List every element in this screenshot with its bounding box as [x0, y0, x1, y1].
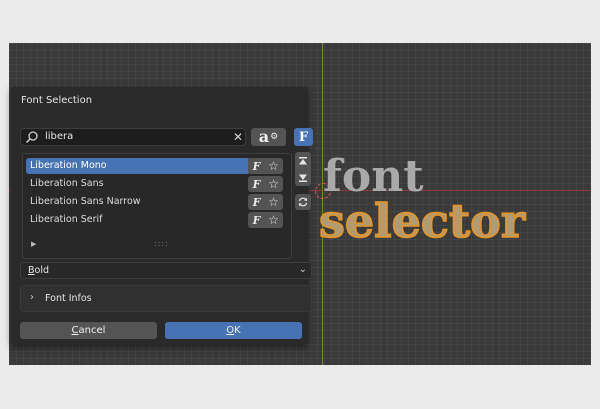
row-actions: F ☆	[248, 194, 283, 210]
font-name: Liberation Serif	[30, 214, 103, 225]
chevron-right-icon: ›	[30, 292, 34, 303]
font-file-icon[interactable]: F	[248, 214, 265, 227]
preview-settings-button[interactable]: a ⚙	[251, 128, 286, 146]
list-item[interactable]: Liberation Serif	[26, 212, 250, 228]
search-icon	[25, 131, 38, 144]
font-file-icon[interactable]: F	[248, 160, 265, 173]
viewport-text-selector[interactable]: selector	[318, 197, 526, 245]
font-preview-icon: a	[258, 127, 270, 146]
cancel-button[interactable]: Cancel	[20, 322, 157, 339]
font-weight-dropdown[interactable]: Bold ⌄	[20, 262, 312, 279]
list-item[interactable]: Liberation Mono	[26, 158, 250, 174]
font-name: Liberation Mono	[30, 160, 107, 171]
row-actions: F ☆	[248, 158, 283, 174]
move-bottom-button[interactable]	[295, 169, 311, 186]
ok-button[interactable]: OK	[165, 322, 302, 339]
refresh-icon	[298, 197, 308, 207]
font-selection-dialog: Font Selection libera ✕ a ⚙ F Liberation…	[11, 87, 313, 345]
chevron-down-icon: ⌄	[298, 264, 307, 275]
viewport-text-font[interactable]: font	[323, 155, 424, 199]
font-toggle-button[interactable]: F	[294, 128, 313, 146]
list-item[interactable]: Liberation Sans	[26, 176, 250, 192]
font-file-icon[interactable]: F	[248, 178, 265, 191]
list-item[interactable]: Liberation Sans Narrow	[26, 194, 250, 210]
gear-icon: ⚙	[270, 132, 279, 142]
font-file-icon[interactable]: F	[248, 196, 265, 209]
row-actions: F ☆	[248, 212, 283, 228]
favorite-star-icon[interactable]: ☆	[265, 177, 282, 191]
dropdown-value: Bold	[28, 265, 50, 276]
move-bottom-icon	[299, 174, 307, 182]
move-top-button[interactable]	[295, 152, 311, 169]
search-input[interactable]: libera	[45, 131, 73, 142]
panel-label: Font Infos	[45, 293, 92, 304]
expand-triangle-icon[interactable]: ▶	[31, 240, 36, 248]
refresh-button[interactable]	[295, 194, 311, 210]
clear-search-icon[interactable]: ✕	[233, 130, 243, 144]
row-actions: F ☆	[248, 176, 283, 192]
font-name: Liberation Sans Narrow	[30, 196, 141, 207]
font-infos-panel[interactable]: › Font Infos	[20, 285, 312, 312]
dialog-title: Font Selection	[21, 95, 93, 106]
search-field[interactable]: libera ✕	[20, 128, 246, 146]
favorite-star-icon[interactable]: ☆	[265, 159, 282, 173]
font-name: Liberation Sans	[30, 178, 104, 189]
resize-grip-icon[interactable]: ::::	[154, 239, 169, 248]
list-move-controls	[295, 152, 311, 186]
favorite-star-icon[interactable]: ☆	[265, 195, 282, 209]
favorite-star-icon[interactable]: ☆	[265, 213, 282, 227]
move-top-icon	[299, 156, 307, 164]
